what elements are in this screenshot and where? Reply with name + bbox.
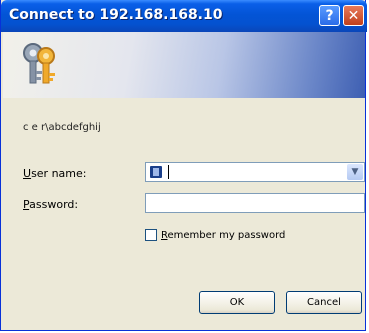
window-title: Connect to 192.168.168.10 [9, 7, 223, 23]
close-button[interactable]: ✕ [343, 5, 364, 26]
help-button[interactable]: ? [319, 5, 340, 26]
cancel-button[interactable]: Cancel [286, 291, 362, 314]
password-label: Password: [23, 198, 79, 211]
username-combobox[interactable]: ▼ [145, 162, 365, 182]
remember-password-option[interactable]: Remember my password [145, 229, 285, 241]
title-bar[interactable]: Connect to 192.168.168.10 ? ✕ [1, 0, 367, 32]
realm-text: c e r\abcdefghij [23, 122, 101, 133]
text-cursor [168, 165, 169, 179]
keys-icon [23, 43, 55, 84]
remember-password-checkbox[interactable] [145, 229, 157, 241]
ok-button[interactable]: OK [199, 291, 275, 314]
user-icon [150, 166, 162, 178]
dialog-banner [3, 32, 365, 98]
chevron-down-icon[interactable]: ▼ [347, 164, 363, 180]
remember-password-label[interactable]: Remember my password [161, 230, 285, 241]
password-field[interactable] [145, 193, 365, 213]
username-label: User name: [23, 167, 87, 180]
connect-dialog: Connect to 192.168.168.10 ? ✕ c e r\abcd… [0, 0, 367, 331]
